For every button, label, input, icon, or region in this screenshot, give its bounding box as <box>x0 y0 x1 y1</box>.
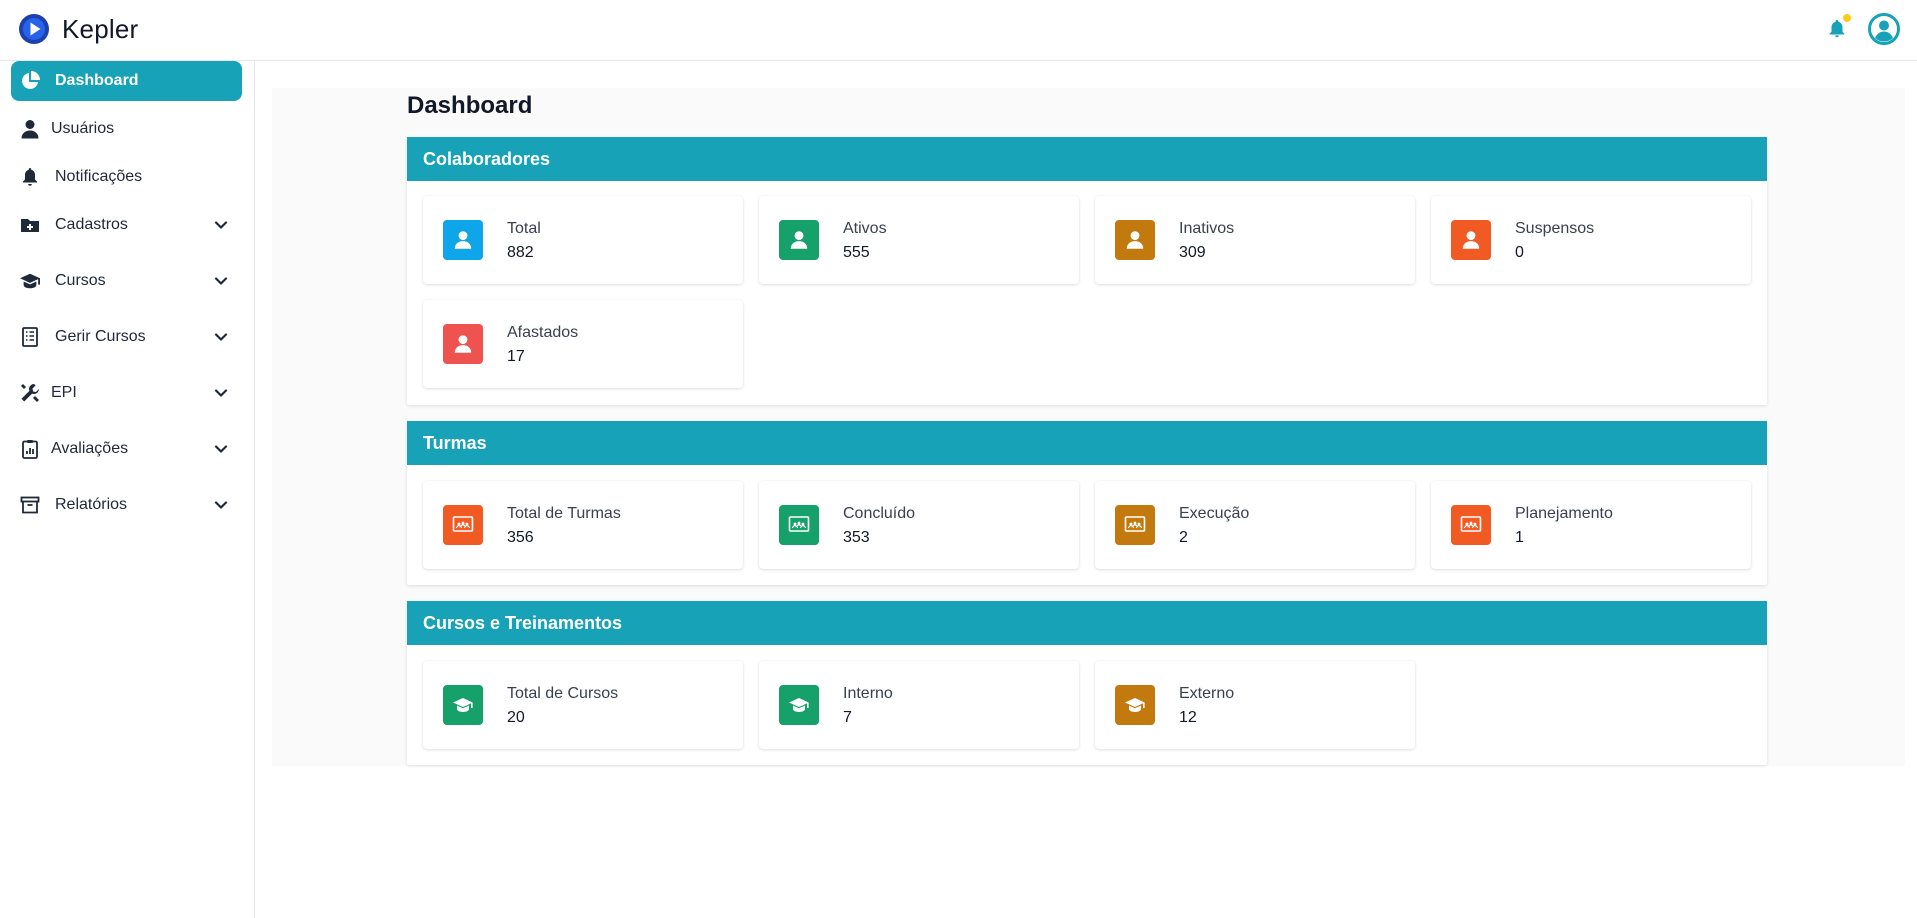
section-turmas: Turmas Total de Turmas 356 Concluído 353… <box>407 421 1767 585</box>
stat-card-total-de-cursos[interactable]: Total de Cursos 20 <box>423 661 743 749</box>
stat-label: Suspensos <box>1515 220 1595 237</box>
checklist-icon <box>19 326 41 348</box>
clipboard-chart-icon <box>19 438 41 460</box>
stat-value: 12 <box>1179 709 1197 726</box>
user-icon <box>443 324 483 364</box>
stat-value: 309 <box>1179 244 1206 261</box>
section-title: Colaboradores <box>407 137 1767 181</box>
chevron-down-icon <box>214 501 228 509</box>
sidebar-item-avaliacoes[interactable]: Avaliações <box>11 429 242 469</box>
section-title: Turmas <box>407 421 1767 465</box>
stat-label: Total de Turmas <box>507 505 621 522</box>
stat-label: Total de Cursos <box>507 685 619 702</box>
chevron-down-icon <box>214 221 228 229</box>
chevron-down-icon <box>214 277 228 285</box>
user-avatar-icon[interactable] <box>1868 13 1900 45</box>
stat-value: 555 <box>843 244 870 261</box>
sidebar: Dashboard Usuários Notificações Cadastro… <box>0 61 255 918</box>
sidebar-item-label: Notificações <box>55 168 143 185</box>
sidebar-item-label: Cursos <box>55 272 106 289</box>
sidebar-item-label: Avaliações <box>51 440 129 457</box>
stat-value: 2 <box>1179 529 1188 546</box>
user-icon <box>19 118 41 140</box>
classroom-icon <box>1115 505 1155 545</box>
stat-card-interno[interactable]: Interno 7 <box>759 661 1079 749</box>
sidebar-item-cursos[interactable]: Cursos <box>11 261 242 301</box>
stat-value: 882 <box>507 244 534 261</box>
page-title: Dashboard <box>407 92 533 119</box>
stat-label: Total <box>507 220 541 237</box>
stat-value: 7 <box>843 709 852 726</box>
stat-card-planejamento[interactable]: Planejamento 1 <box>1431 481 1751 569</box>
stat-card-execucao[interactable]: Execução 2 <box>1095 481 1415 569</box>
app-name: Kepler <box>62 13 139 44</box>
stat-label: Execução <box>1179 505 1250 522</box>
folder-plus-icon <box>19 214 41 236</box>
stat-label: Inativos <box>1179 220 1235 237</box>
stat-value: 20 <box>507 709 525 726</box>
classroom-icon <box>1451 505 1491 545</box>
top-bar: Kepler <box>0 0 1917 61</box>
chevron-down-icon <box>214 389 228 397</box>
classroom-icon <box>443 505 483 545</box>
stat-card-concluido[interactable]: Concluído 353 <box>759 481 1079 569</box>
sidebar-item-label: EPI <box>51 384 77 401</box>
stat-value: 0 <box>1515 244 1524 261</box>
stat-card-total[interactable]: Total 882 <box>423 196 743 284</box>
sidebar-item-label: Usuários <box>51 120 115 137</box>
stat-label: Planejamento <box>1515 505 1613 522</box>
stat-label: Externo <box>1179 685 1235 702</box>
sidebar-item-usuarios[interactable]: Usuários <box>11 109 242 149</box>
sidebar-item-label: Gerir Cursos <box>55 328 146 345</box>
stat-value: 17 <box>507 348 525 365</box>
stat-value: 1 <box>1515 529 1524 546</box>
graduation-cap-icon <box>19 270 41 292</box>
stat-card-externo[interactable]: Externo 12 <box>1095 661 1415 749</box>
pie-chart-icon <box>19 70 41 92</box>
chevron-down-icon <box>214 445 228 453</box>
sidebar-item-relatorios[interactable]: Relatórios <box>11 485 242 525</box>
sidebar-item-dashboard[interactable]: Dashboard <box>11 61 242 101</box>
stat-card-ativos[interactable]: Ativos 555 <box>759 196 1079 284</box>
sidebar-item-label: Dashboard <box>55 72 139 89</box>
bell-icon <box>19 166 41 188</box>
stat-card-suspensos[interactable]: Suspensos 0 <box>1431 196 1751 284</box>
section-cursos-e-treinamentos: Cursos e Treinamentos Total de Cursos 20… <box>407 601 1767 765</box>
sidebar-item-epi[interactable]: EPI <box>11 373 242 413</box>
stat-card-afastados[interactable]: Afastados 17 <box>423 300 743 388</box>
user-icon <box>1451 220 1491 260</box>
classroom-icon <box>779 505 819 545</box>
user-icon <box>443 220 483 260</box>
stat-label: Afastados <box>507 324 579 341</box>
archive-icon <box>19 494 41 516</box>
stat-card-total-de-turmas[interactable]: Total de Turmas 356 <box>423 481 743 569</box>
sidebar-item-label: Cadastros <box>55 216 128 233</box>
stat-value: 356 <box>507 529 534 546</box>
kepler-logo-icon <box>19 14 49 44</box>
graduation-cap-icon <box>1115 685 1155 725</box>
sidebar-item-cadastros[interactable]: Cadastros <box>11 205 242 245</box>
graduation-cap-icon <box>779 685 819 725</box>
user-icon <box>779 220 819 260</box>
sidebar-item-label: Relatórios <box>55 496 128 513</box>
stat-label: Ativos <box>843 220 887 237</box>
sidebar-item-gerir-cursos[interactable]: Gerir Cursos <box>11 317 242 357</box>
section-title: Cursos e Treinamentos <box>407 601 1767 645</box>
sidebar-item-notificacoes[interactable]: Notificações <box>11 157 242 197</box>
section-colaboradores: Colaboradores Total 882 Ativos 555 Inati… <box>407 137 1767 405</box>
user-icon <box>1115 220 1155 260</box>
graduation-cap-icon <box>443 685 483 725</box>
chevron-down-icon <box>214 333 228 341</box>
stat-label: Interno <box>843 685 893 702</box>
notification-dot <box>1843 14 1851 22</box>
stat-value: 353 <box>843 529 870 546</box>
tools-icon <box>19 382 41 404</box>
stat-label: Concluído <box>843 505 916 522</box>
stat-card-inativos[interactable]: Inativos 309 <box>1095 196 1415 284</box>
brand[interactable]: Kepler <box>18 13 138 45</box>
